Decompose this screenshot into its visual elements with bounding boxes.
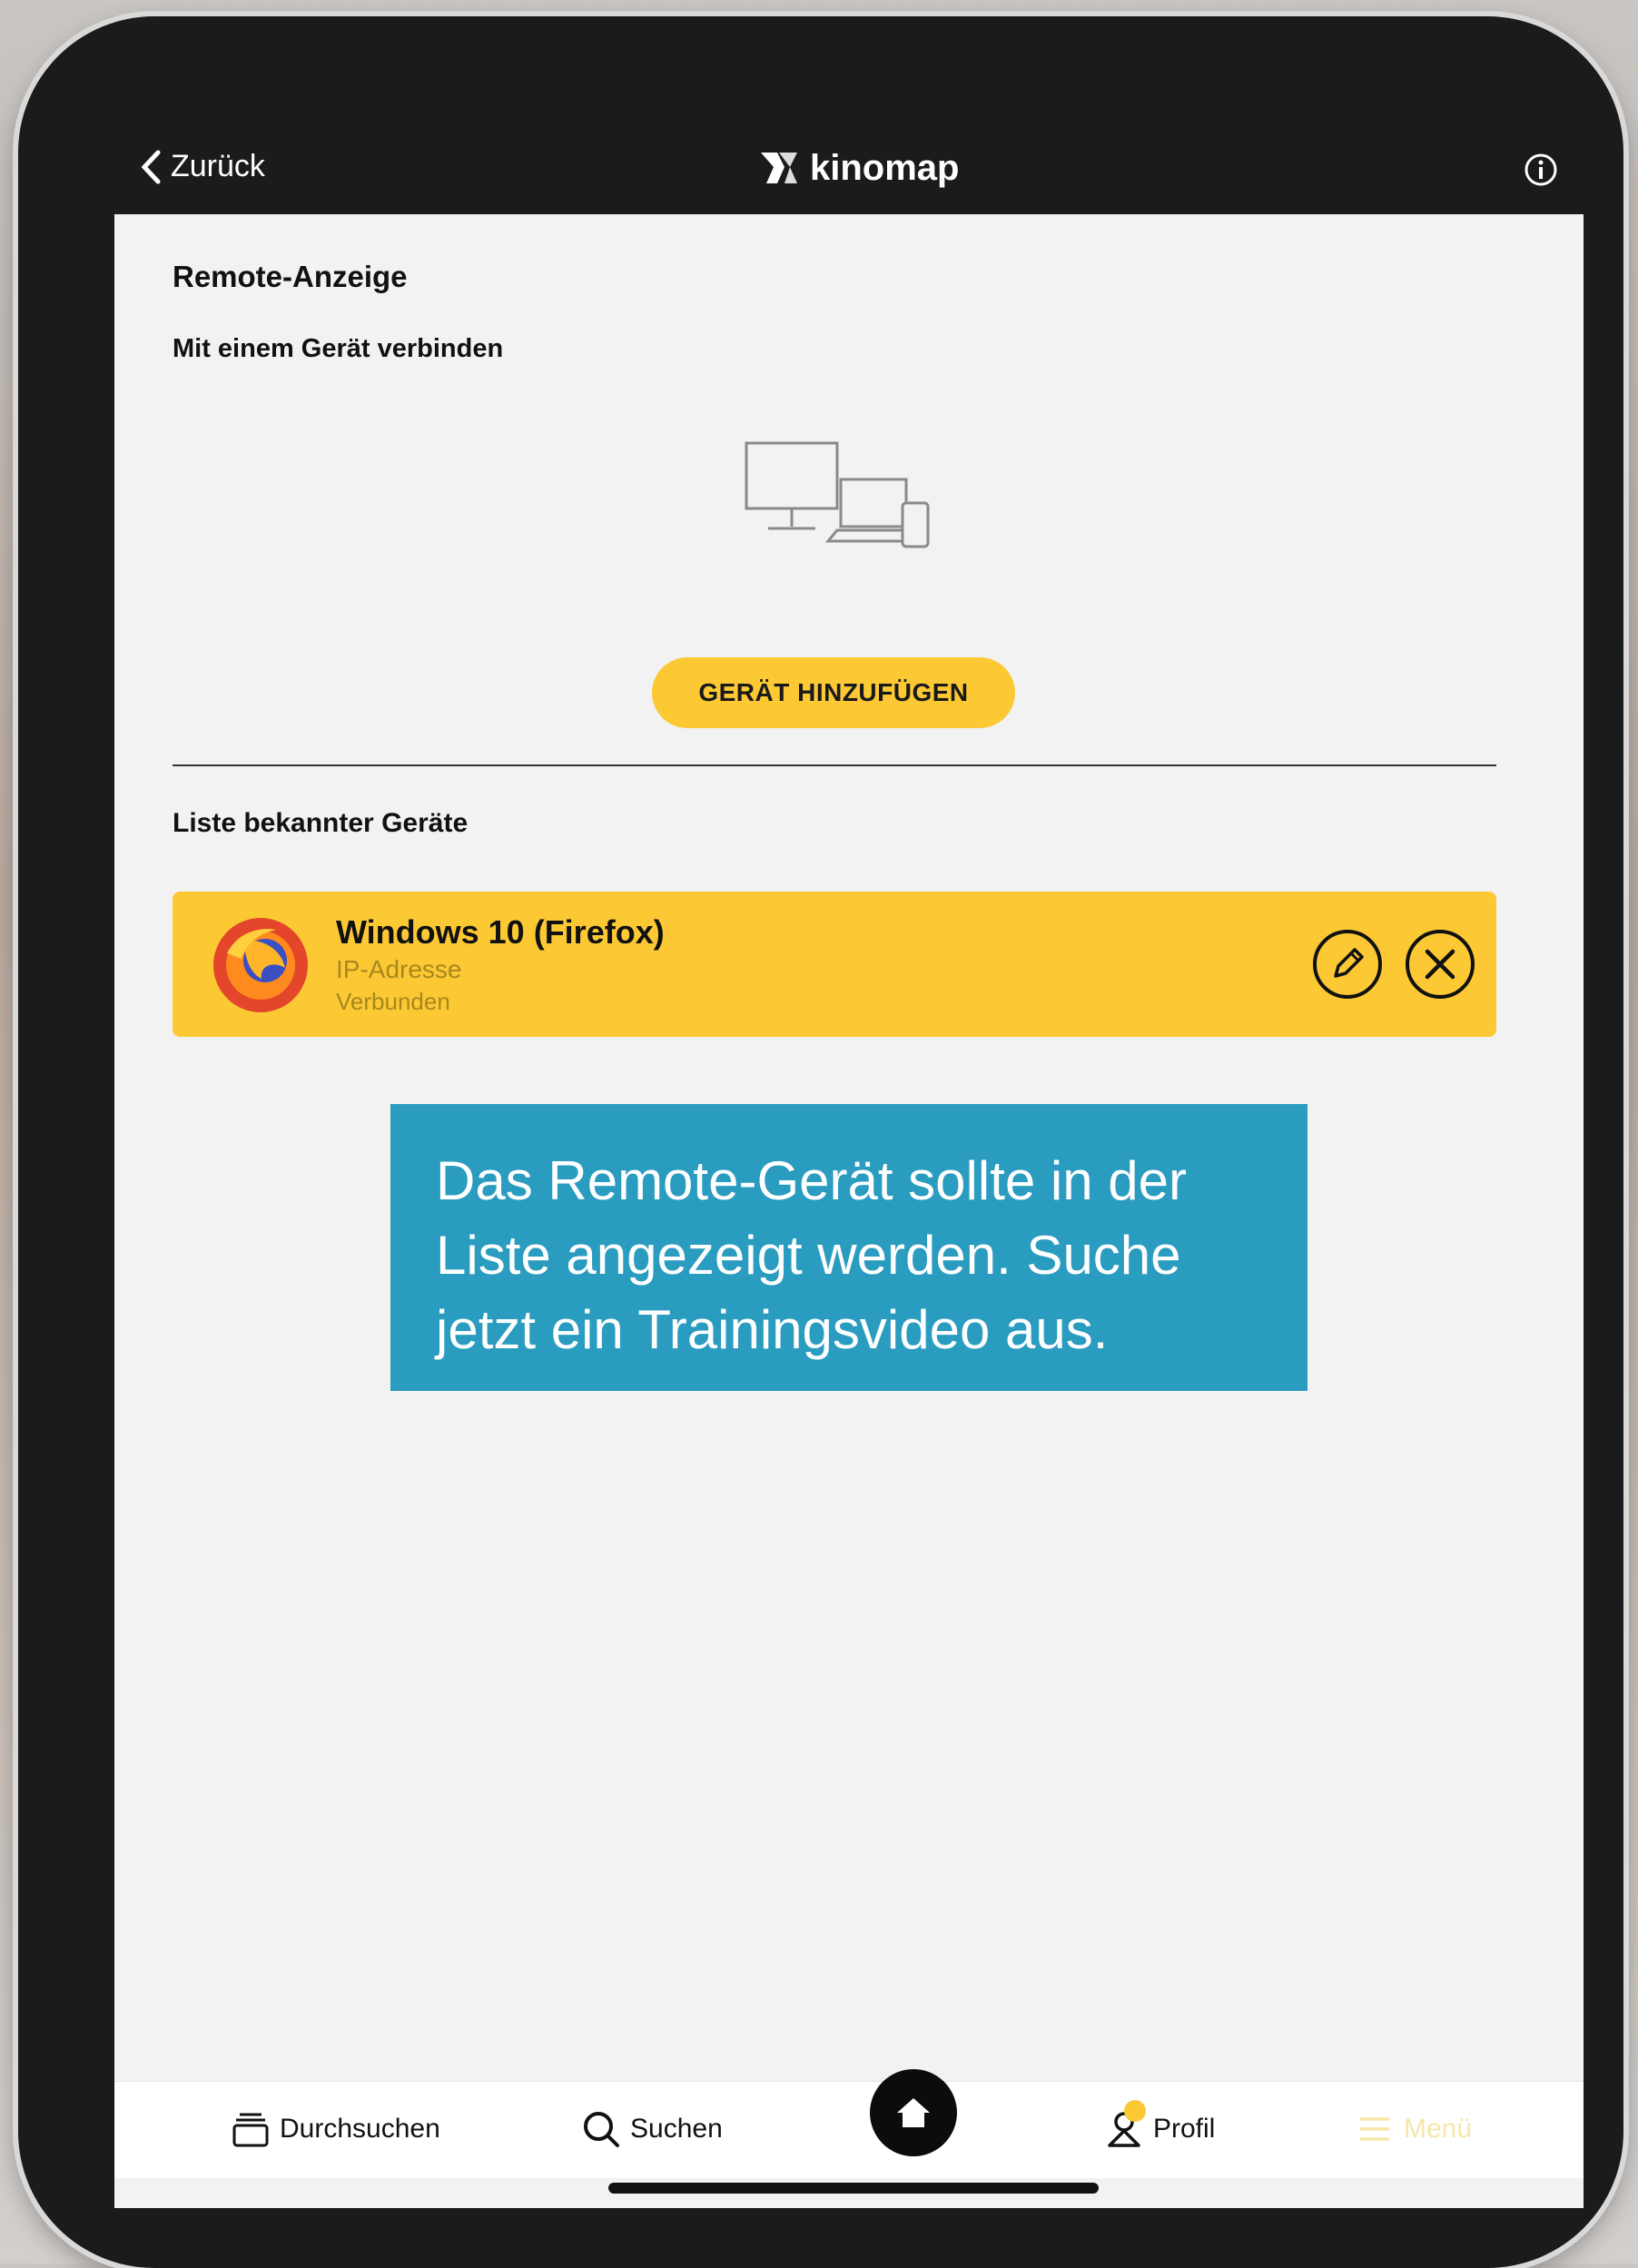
section-divider [173, 764, 1496, 766]
device-list-item[interactable]: Windows 10 (Firefox) IP-Adresse Verbunde… [173, 892, 1496, 1037]
tutorial-callout: Das Remote-Gerät sollte in der Liste ang… [390, 1104, 1307, 1391]
tab-menu[interactable]: Menü [1355, 2109, 1472, 2149]
top-navigation-bar: Zurück kinomap [114, 118, 1584, 214]
app-screen: Remote-Anzeige Mit einem Gerät verbinden… [114, 214, 1584, 2208]
notification-badge [1124, 2100, 1146, 2122]
known-devices-title: Liste bekannter Geräte [173, 808, 469, 838]
tab-browse-label: Durchsuchen [280, 2114, 440, 2144]
home-indicator[interactable] [608, 2183, 1099, 2194]
tab-profile-label: Profil [1153, 2114, 1216, 2144]
tab-browse[interactable]: Durchsuchen [231, 2109, 440, 2149]
info-icon[interactable] [1524, 153, 1558, 187]
home-icon [897, 2098, 930, 2127]
firefox-icon [213, 918, 308, 1012]
connect-subtitle: Mit einem Gerät verbinden [173, 334, 504, 363]
tab-menu-label: Menü [1404, 2114, 1473, 2144]
brand-logo: kinomap [757, 147, 959, 189]
search-icon [584, 2112, 619, 2147]
devices-illustration-icon [745, 441, 930, 548]
chevron-left-icon [141, 150, 161, 183]
tab-search[interactable]: Suchen [581, 2109, 723, 2149]
bottom-tab-bar: Durchsuchen Suchen Profil Menü [114, 2069, 1584, 2178]
device-ip-label: IP-Adresse [336, 955, 462, 983]
edit-pencil-icon[interactable] [1311, 928, 1384, 1001]
device-status: Verbunden [336, 988, 450, 1015]
back-button[interactable]: Zurück [140, 149, 265, 184]
tab-search-label: Suchen [630, 2114, 723, 2144]
brand-name: kinomap [810, 147, 960, 188]
remove-close-icon[interactable] [1404, 928, 1476, 1001]
home-button[interactable] [870, 2069, 957, 2156]
page-title: Remote-Anzeige [173, 260, 408, 293]
tab-profile[interactable]: Profil [1104, 2100, 1216, 2149]
add-device-button[interactable]: GERÄT HINZUFÜGEN [652, 657, 1015, 728]
device-name: Windows 10 (Firefox) [336, 913, 665, 951]
back-label: Zurück [171, 149, 265, 183]
tablet-frame: Zurück kinomap Remote-Anzeige Mit einem … [18, 16, 1623, 2268]
kinomap-logo-icon [761, 153, 797, 183]
menu-hamburger-icon [1360, 2117, 1389, 2141]
browse-stack-icon [232, 2113, 269, 2147]
